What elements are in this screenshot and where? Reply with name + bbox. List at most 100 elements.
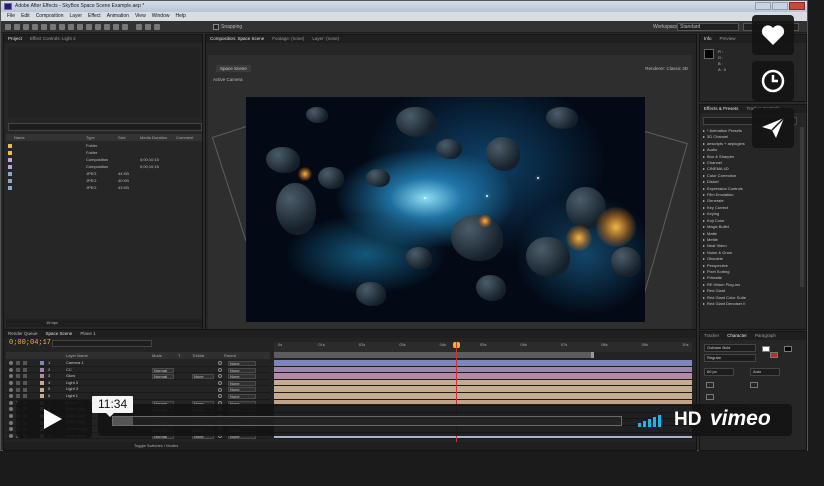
layer-row[interactable]: 4 Light 3 None [6,380,270,387]
disclosure-triangle-icon[interactable]: ▸ [703,179,705,184]
menu-edit[interactable]: Edit [21,12,30,21]
tab-paragraph[interactable]: Paragraph [755,332,776,340]
clone-stamp-tool-icon[interactable] [95,24,101,30]
font-family-select[interactable]: Gotham Bold [704,344,756,352]
visibility-eye-icon[interactable] [9,374,13,379]
layer-row[interactable]: 3 Glow Normal None None [6,373,270,380]
menu-animation[interactable]: Animation [107,12,129,21]
audio-toggle-icon[interactable] [16,367,20,372]
timeline-current-time[interactable]: 0;00;04;17 [9,339,51,347]
view-axis-icon[interactable] [154,24,160,30]
project-item[interactable]: Space SceneComposition 0;00;10;15 [6,163,202,170]
tab-space-scene[interactable]: Space Scene [46,330,73,338]
work-area-bar[interactable] [274,352,594,358]
visibility-eye-icon[interactable] [9,414,13,419]
toggle-switches-modes-button[interactable]: Toggle Switches / Modes [134,442,178,450]
disclosure-triangle-icon[interactable]: ▸ [703,263,705,268]
roto-brush-tool-icon[interactable] [113,24,119,30]
parent-select[interactable]: None [228,361,256,366]
visibility-eye-icon[interactable] [9,400,13,405]
disclosure-triangle-icon[interactable]: ▸ [703,269,705,274]
disclosure-triangle-icon[interactable]: ▸ [703,275,705,280]
composition-viewer[interactable]: Space Scene Renderer: Classic 3D Active … [208,55,692,331]
workspace-select[interactable]: Standard [677,23,739,31]
parent-select[interactable]: None [228,380,256,386]
column-t[interactable]: T [178,352,180,359]
parent-select[interactable]: None [228,387,256,393]
visibility-eye-icon[interactable] [9,367,13,372]
menu-composition[interactable]: Composition [36,12,64,21]
menu-layer[interactable]: Layer [69,12,82,21]
layer-duration-bar[interactable] [274,373,692,380]
visibility-eye-icon[interactable] [9,433,13,438]
column-mode[interactable]: Mode [152,352,162,359]
audio-toggle-icon[interactable] [16,387,20,392]
audio-toggle-icon[interactable] [16,381,20,386]
black-swatch[interactable] [784,346,792,352]
column-name[interactable]: Name [6,134,86,141]
disclosure-triangle-icon[interactable]: ▸ [703,198,705,203]
progress-bar[interactable] [112,416,622,426]
play-button[interactable] [16,400,92,438]
parent-pickwhip-icon[interactable] [218,387,222,392]
tab-render-queue[interactable]: Render Queue [8,330,38,338]
tab-character[interactable]: Character [727,332,747,340]
volume-control[interactable] [638,415,661,427]
share-button[interactable] [752,108,794,148]
audio-toggle-icon[interactable] [16,394,20,399]
visibility-eye-icon[interactable] [9,420,13,425]
menu-window[interactable]: Window [152,12,170,21]
layer-mode-select[interactable]: Normal [152,367,174,373]
layer-duration-bar[interactable] [274,386,692,393]
disclosure-triangle-icon[interactable]: ▸ [703,205,705,210]
brush-tool-icon[interactable] [86,24,92,30]
solo-toggle-icon[interactable] [23,361,27,366]
shape-tool-icon[interactable] [59,24,65,30]
menu-help[interactable]: Help [175,12,185,21]
stroke-color-swatch[interactable] [770,352,778,358]
bit-depth-button[interactable]: 16 bpc [46,320,58,325]
audio-toggle-icon[interactable] [16,361,20,366]
project-item[interactable]: Plane 1Composition 0;00;10;15 [6,156,202,163]
font-style-select[interactable]: Regular [704,354,756,362]
project-item[interactable]: Star 1.jpgJPEG 44 KB [6,170,202,177]
disclosure-triangle-icon[interactable]: ▸ [703,192,705,197]
type-tool-icon[interactable] [77,24,83,30]
column-parent[interactable]: Parent [224,352,236,359]
solo-toggle-icon[interactable] [23,367,27,372]
disclosure-triangle-icon[interactable]: ▸ [703,237,705,242]
layer-duration-bar[interactable] [274,366,692,374]
disclosure-triangle-icon[interactable]: ▸ [703,301,705,306]
tab-layer[interactable]: Layer: (none) [312,35,339,43]
disclosure-triangle-icon[interactable]: ▸ [703,147,705,152]
solo-toggle-icon[interactable] [23,381,27,386]
pen-tool-icon[interactable] [68,24,74,30]
layer-label-color[interactable] [40,367,44,372]
disclosure-triangle-icon[interactable]: ▸ [703,173,705,178]
solo-toggle-icon[interactable] [23,394,27,399]
disclosure-triangle-icon[interactable]: ▸ [703,256,705,261]
disclosure-triangle-icon[interactable]: ▸ [703,282,705,287]
rotate-tool-icon[interactable] [32,24,38,30]
layer-row[interactable]: 5 Light 3 None [6,386,270,393]
axis-mode-icon[interactable] [136,24,142,30]
maximize-button[interactable] [772,2,788,10]
layer-duration-bar[interactable] [274,392,692,400]
menu-file[interactable]: File [7,12,15,21]
parent-select[interactable]: None [228,374,256,380]
watch-later-button[interactable] [752,61,794,101]
tab-effect-controls[interactable]: Effect Controls: Light 3 [30,35,75,43]
column-comment[interactable]: Comment [176,134,202,141]
layer-label-color[interactable] [40,387,44,392]
parent-pickwhip-icon[interactable] [218,381,222,386]
eraser-tool-icon[interactable] [104,24,110,30]
tab-project[interactable]: Project [8,35,22,43]
disclosure-triangle-icon[interactable]: ▸ [703,250,705,255]
world-axis-icon[interactable] [145,24,151,30]
comp-breadcrumb[interactable]: Space Scene [216,65,251,72]
layer-mode-select[interactable]: Normal [152,374,174,380]
visibility-eye-icon[interactable] [9,394,13,399]
column-trkmat[interactable]: TrkMat [192,352,204,359]
vimeo-logo[interactable]: vimeo [710,408,771,430]
work-area-end-handle[interactable] [591,352,594,358]
